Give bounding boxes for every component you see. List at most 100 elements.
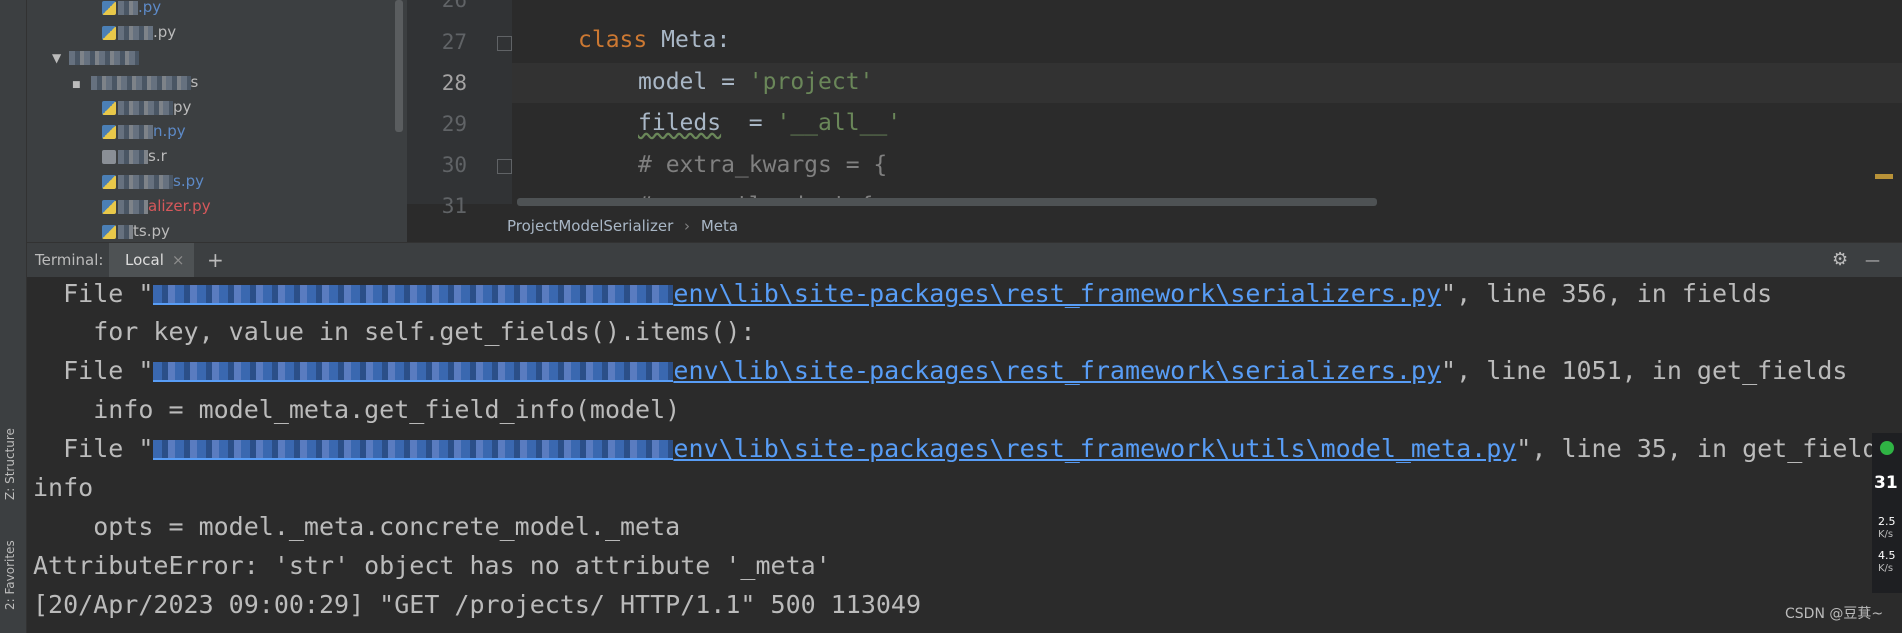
- terminal-line: info = model_meta.get_field_info(model): [33, 395, 681, 424]
- widget-unit: K/s: [1878, 563, 1894, 574]
- file-link[interactable]: env\lib\site-packages\rest_framework\ser…: [673, 356, 1441, 385]
- favorites-tab[interactable]: 2: Favorites: [3, 540, 17, 610]
- line-number: 29: [441, 112, 467, 136]
- fold-marker-icon[interactable]: [497, 36, 512, 51]
- code-line: # extra_kwargs = {: [638, 145, 887, 186]
- tree-item-label: alizer.py: [148, 197, 211, 215]
- tree-scrollbar[interactable]: [395, 0, 403, 132]
- terminal-line: File " env\lib\site-packages\rest_framewo…: [33, 277, 1772, 313]
- tree-item-label: ts.py: [133, 222, 170, 240]
- python-file-icon: [102, 100, 116, 115]
- add-terminal-icon[interactable]: +: [207, 243, 224, 277]
- widget-rate: 2.5: [1878, 515, 1896, 528]
- terminal-text: ", line 35, in get_field_: [1516, 434, 1875, 463]
- redacted-text: [69, 50, 140, 65]
- breadcrumb-class[interactable]: ProjectModelSerializer: [507, 217, 673, 235]
- tree-item-label: s.r: [148, 147, 167, 165]
- tree-item-label: n.py: [153, 122, 186, 140]
- terminal-line: File " env\lib\site-packages\rest_framewo…: [33, 430, 1875, 468]
- redacted-text: [118, 124, 153, 139]
- redacted-text: [90, 75, 191, 90]
- close-icon[interactable]: ×: [172, 251, 185, 269]
- code-editor[interactable]: class Meta: model = 'project' fileds = '…: [512, 0, 1902, 204]
- terminal-line: [20/Apr/2023 09:00:29] "GET /projects/ H…: [33, 590, 922, 619]
- line-number: 27: [441, 30, 467, 54]
- code-text: model =: [638, 69, 749, 95]
- terminal-output[interactable]: File " env\lib\site-packages\rest_framewo…: [27, 277, 1875, 633]
- redacted-text: [118, 149, 148, 164]
- tree-item[interactable]: n.py: [102, 120, 186, 142]
- tree-item[interactable]: s.py: [102, 170, 204, 192]
- network-speed-widget: 31 2.5 K/s 4.5 K/s: [1872, 433, 1902, 593]
- string-literal: '__all__': [776, 110, 902, 136]
- gear-icon[interactable]: ⚙: [1832, 243, 1848, 277]
- file-link[interactable]: env\lib\site-packages\rest_framework\uti…: [673, 434, 1516, 463]
- watermark: CSDN @豆萁~: [1785, 606, 1884, 622]
- structure-tab[interactable]: Z: Structure: [3, 428, 17, 500]
- tree-item-label: .py: [153, 23, 177, 41]
- code-text-typo: fileds: [638, 110, 722, 136]
- line-number: 26: [441, 0, 467, 12]
- line-number: 31: [441, 194, 467, 218]
- tree-item[interactable]: alizer.py: [102, 195, 211, 217]
- terminal-line: File " env\lib\site-packages\rest_framewo…: [33, 352, 1847, 390]
- breadcrumb-separator: ›: [684, 217, 691, 235]
- tree-item-label: py: [173, 98, 192, 116]
- redacted-text: [118, 0, 138, 15]
- terminal-text: ", line 1051, in get_fields: [1441, 356, 1848, 385]
- terminal-text: File ": [33, 279, 154, 308]
- redacted-text: [118, 174, 173, 189]
- error-stripe-marker[interactable]: [1875, 174, 1893, 179]
- code-line: fileds = '__all__': [638, 103, 901, 144]
- python-file-icon: [102, 199, 116, 214]
- tree-item[interactable]: .py: [102, 0, 161, 18]
- tree-item-label: s: [190, 73, 199, 91]
- terminal-text: File ": [33, 434, 154, 463]
- string-literal: 'project': [748, 69, 874, 95]
- editor-horizontal-scrollbar[interactable]: [517, 198, 1377, 206]
- line-number: 30: [441, 153, 467, 177]
- breadcrumb-member[interactable]: Meta: [701, 217, 738, 235]
- code-text: Meta:: [647, 27, 731, 53]
- redacted-path: [153, 362, 674, 382]
- tree-folder[interactable]: ■ s: [72, 71, 198, 93]
- redacted-text: [118, 224, 133, 239]
- editor-gutter: 26 27 28 29 30 31: [407, 0, 539, 218]
- file-icon: [102, 149, 116, 164]
- terminal-line: AttributeError: 'str' object has no attr…: [33, 551, 831, 580]
- terminal-header: Terminal: Local × + ⚙ —: [27, 242, 1902, 278]
- keyword: class: [578, 27, 648, 53]
- code-line: model = 'project': [638, 62, 873, 103]
- tab-local[interactable]: Local ×: [109, 243, 195, 277]
- redacted-text: [118, 25, 153, 40]
- file-link[interactable]: env\lib\site-packages\rest_framework\ser…: [673, 279, 1441, 308]
- tab-label: Local: [125, 251, 164, 269]
- tree-item-label: .py: [138, 0, 162, 16]
- tree-folder-expanded[interactable]: ▼: [52, 46, 140, 68]
- python-file-icon: [102, 224, 116, 239]
- widget-value: 31: [1874, 473, 1898, 493]
- line-number: 28: [441, 71, 467, 95]
- code-text: =: [721, 110, 777, 136]
- comment: # extra_kwargs = {: [638, 152, 888, 178]
- minimize-icon[interactable]: —: [1865, 243, 1880, 277]
- tree-item[interactable]: py: [102, 96, 191, 118]
- tree-item[interactable]: .py: [102, 21, 176, 43]
- tree-item[interactable]: s.r: [102, 145, 167, 167]
- terminal-text: ", line 356, in fields: [1441, 279, 1773, 308]
- redacted-text: [118, 100, 173, 115]
- expand-arrow-icon[interactable]: ▼: [52, 51, 61, 65]
- project-tree: .py .py ▼ ■ s py n.py s.r s.py alizer.py …: [27, 0, 407, 242]
- redacted-path: [153, 285, 674, 305]
- tree-item[interactable]: ts.py: [102, 220, 170, 242]
- left-tool-strip: Z: Structure 2: Favorites: [0, 0, 27, 633]
- widget-unit: K/s: [1878, 529, 1894, 540]
- terminal-line: for key, value in self.get_fields().item…: [33, 317, 756, 346]
- tree-item-label: s.py: [173, 172, 204, 190]
- redacted-text: [118, 199, 148, 214]
- fold-marker-icon[interactable]: [497, 159, 512, 174]
- breadcrumb: ProjectModelSerializer › Meta: [507, 213, 738, 239]
- widget-rate: 4.5: [1878, 549, 1896, 562]
- terminal-title: Terminal:: [35, 251, 104, 269]
- terminal-line: opts = model._meta.concrete_model._meta: [33, 512, 681, 541]
